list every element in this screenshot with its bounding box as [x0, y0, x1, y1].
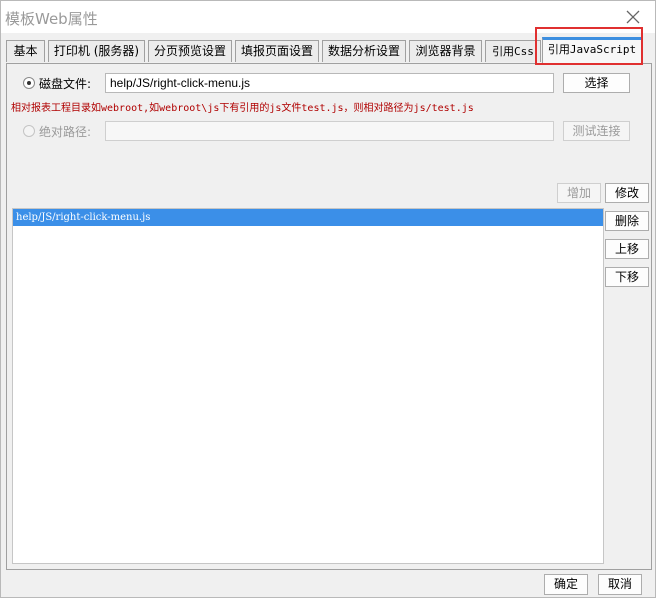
- move-down-button[interactable]: 下移: [605, 267, 649, 287]
- absolute-path-label: 绝对路径:: [39, 124, 92, 139]
- disk-file-input[interactable]: help/JS/right-click-menu.js: [105, 73, 554, 93]
- tab-basic[interactable]: 基本: [6, 40, 45, 62]
- tab-reference-javascript[interactable]: 引用JavaScript: [542, 37, 642, 63]
- tab-page-preview-settings[interactable]: 分页预览设置: [148, 40, 232, 62]
- list-item[interactable]: help/JS/right-click-menu.js: [13, 209, 603, 226]
- cancel-button[interactable]: 取消: [598, 574, 642, 595]
- template-web-properties-dialog: 模板Web属性 基本 打印机 (服务器) 分页预览设置 填报页面设置 数据分析设…: [0, 0, 656, 598]
- javascript-file-list[interactable]: help/JS/right-click-menu.js: [12, 208, 604, 564]
- move-up-button[interactable]: 上移: [605, 239, 649, 259]
- absolute-path-radio[interactable]: [23, 125, 35, 137]
- window-title: 模板Web属性: [5, 10, 98, 28]
- tab-fill-page-settings[interactable]: 填报页面设置: [235, 40, 319, 62]
- title-bar: 模板Web属性: [1, 1, 655, 33]
- disk-file-label: 磁盘文件:: [39, 76, 92, 91]
- delete-button[interactable]: 删除: [605, 211, 649, 231]
- close-button[interactable]: [623, 7, 643, 27]
- disk-file-radio[interactable]: [23, 77, 35, 89]
- disk-file-option[interactable]: 磁盘文件:: [23, 73, 91, 93]
- ok-button[interactable]: 确定: [544, 574, 588, 595]
- relative-path-hint: 相对报表工程目录如webroot,如webroot\js下有引用的js文件tes…: [11, 103, 474, 114]
- tab-reference-css[interactable]: 引用Css: [485, 40, 541, 62]
- tab-browser-background[interactable]: 浏览器背景: [409, 40, 482, 62]
- add-button[interactable]: 增加: [557, 183, 601, 203]
- test-connection-button[interactable]: 测试连接: [563, 121, 630, 141]
- absolute-path-option[interactable]: 绝对路径:: [23, 121, 91, 141]
- close-icon: [626, 10, 640, 24]
- tab-data-analysis-settings[interactable]: 数据分析设置: [322, 40, 406, 62]
- choose-file-button[interactable]: 选择: [563, 73, 630, 93]
- tab-printer-server[interactable]: 打印机 (服务器): [48, 40, 145, 62]
- tab-bar: 基本 打印机 (服务器) 分页预览设置 填报页面设置 数据分析设置 浏览器背景 …: [6, 37, 652, 63]
- absolute-path-input[interactable]: [105, 121, 554, 141]
- modify-button[interactable]: 修改: [605, 183, 649, 203]
